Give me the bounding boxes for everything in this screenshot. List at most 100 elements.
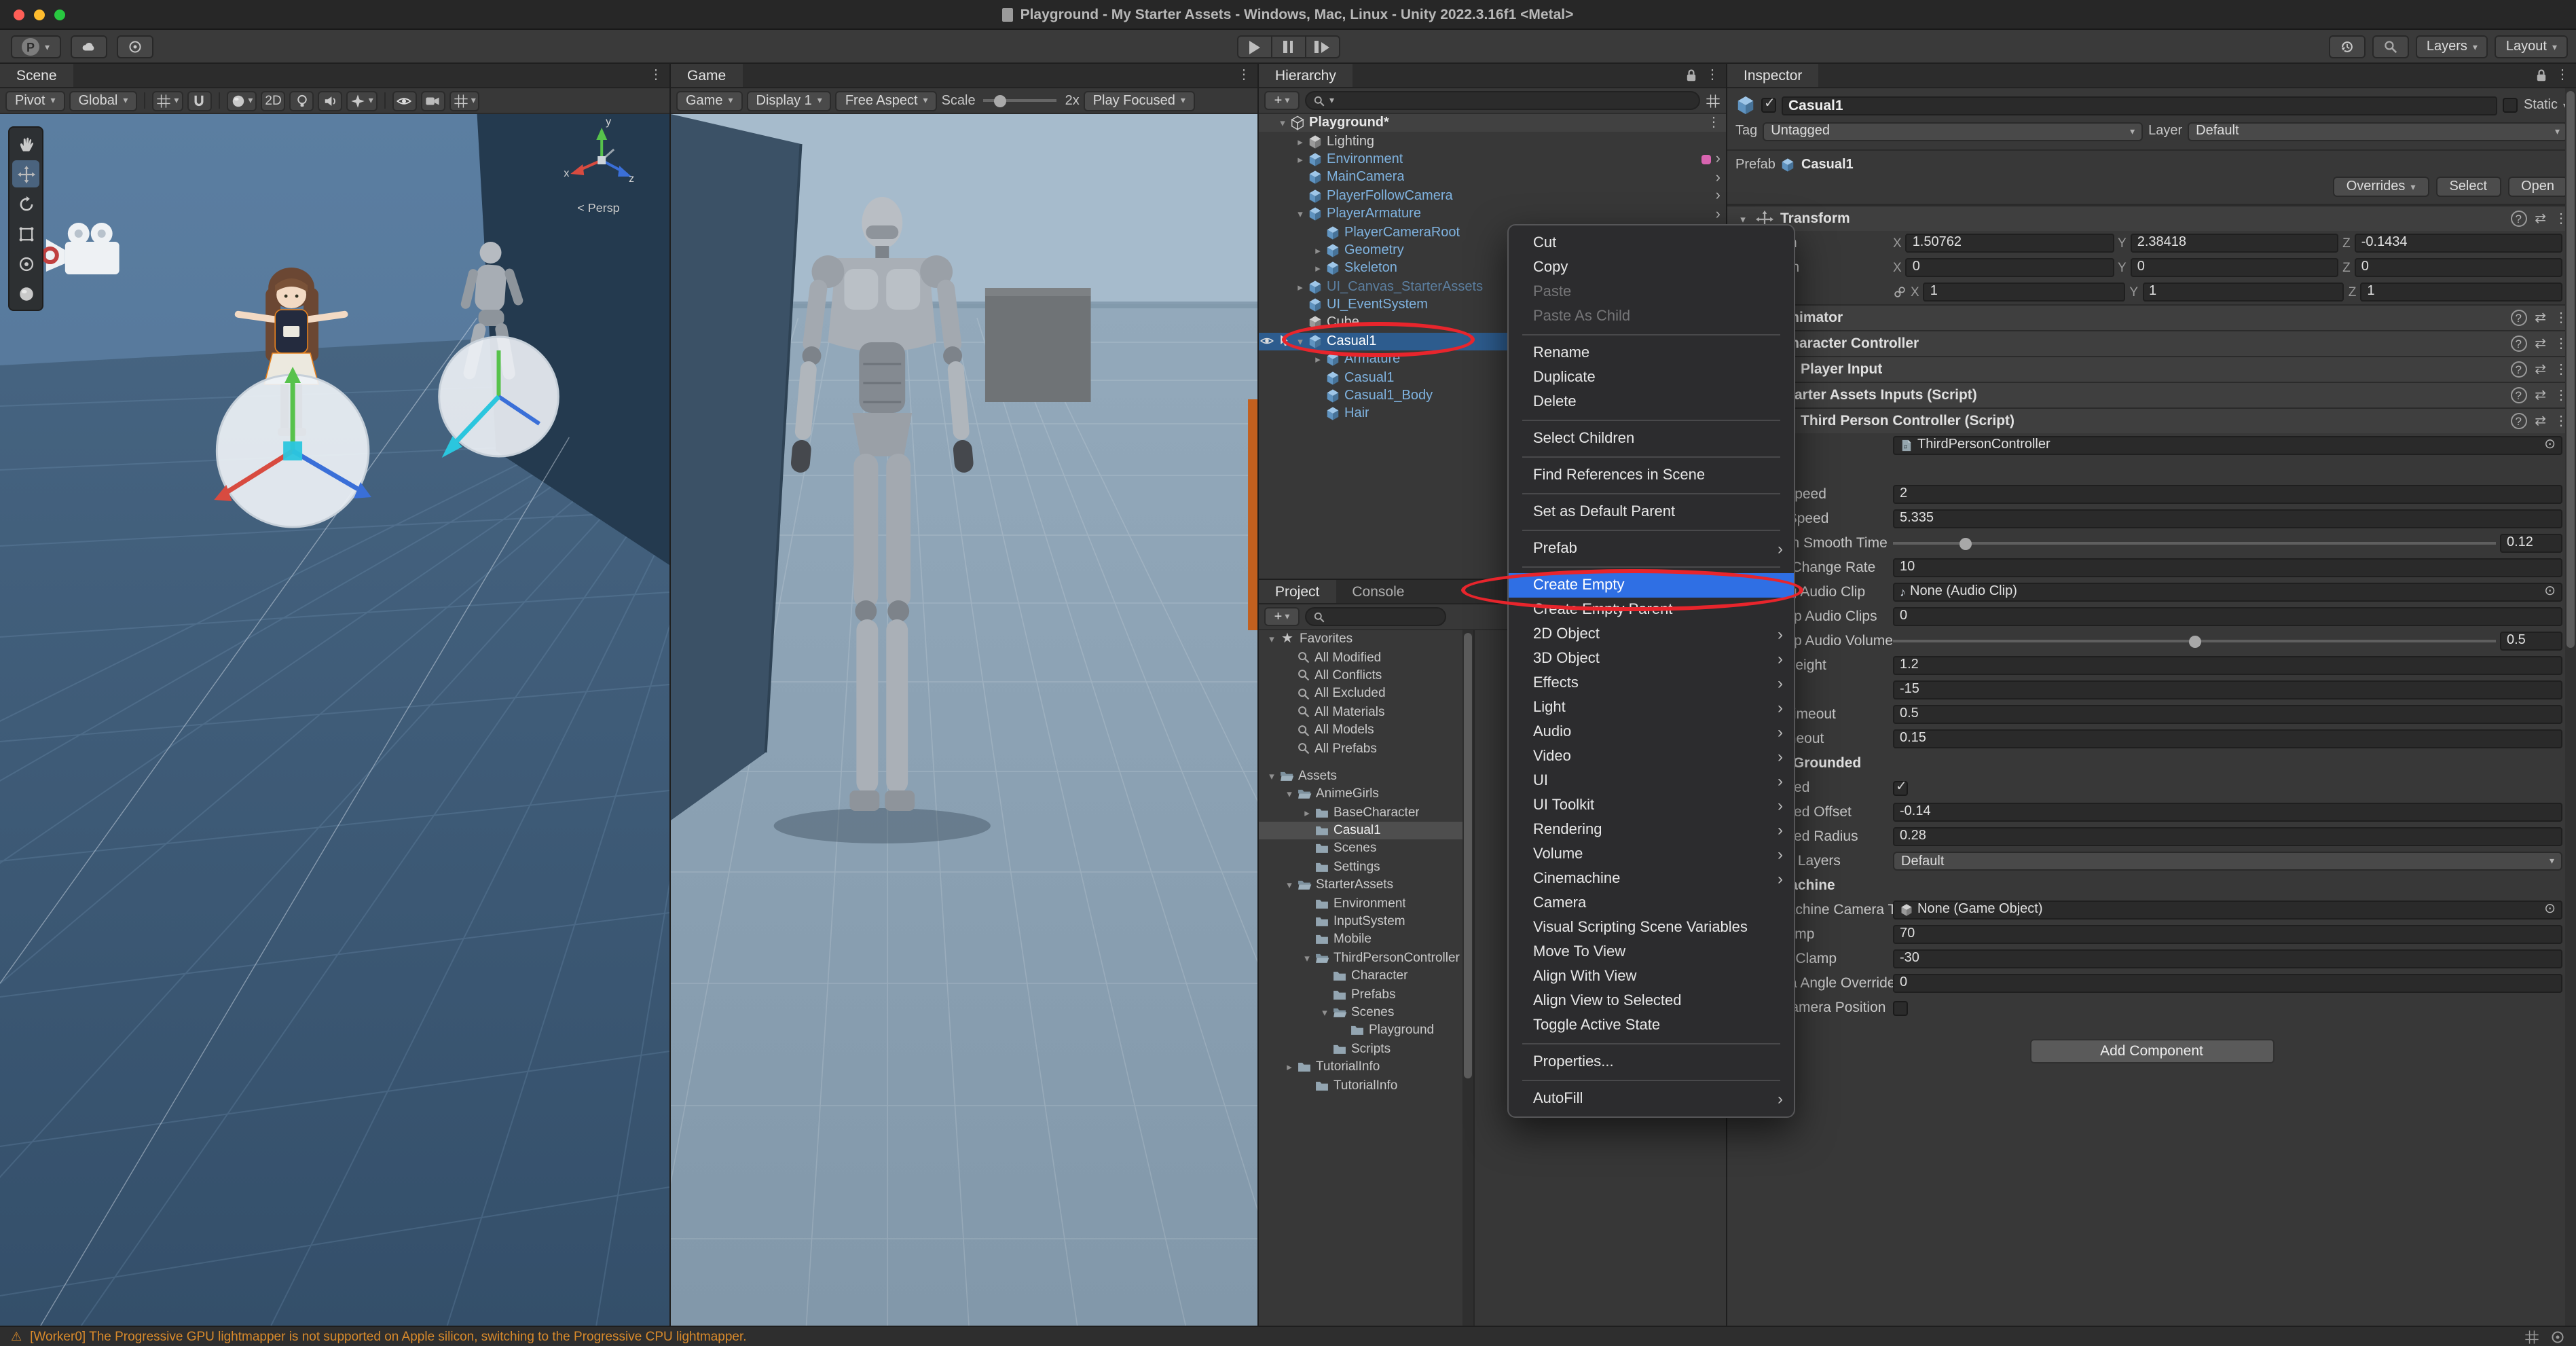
presets-icon[interactable]: ⇄ xyxy=(2535,310,2546,325)
lock-icon[interactable] xyxy=(1684,68,1699,83)
panel-menu-icon[interactable]: ⋮ xyxy=(2556,68,2569,83)
project-item-scenes[interactable]: Scenes xyxy=(1259,840,1462,858)
hierarchy-item-playerfollowcamera[interactable]: PlayerFollowCamera› xyxy=(1259,187,1726,205)
z-value-field[interactable]: 0 xyxy=(2355,258,2562,277)
menu-item-set-as-default-parent[interactable]: Set as Default Parent xyxy=(1509,500,1794,524)
select-prefab-button[interactable]: Select xyxy=(2435,177,2501,197)
menu-item-create-empty[interactable]: Create Empty xyxy=(1509,573,1794,598)
x-value-field[interactable]: 0 xyxy=(1906,258,2114,277)
scene-lighting-toggle[interactable] xyxy=(290,90,314,111)
global-toggle[interactable]: Global▾ xyxy=(69,90,138,111)
z-value-field[interactable]: 1 xyxy=(2360,283,2562,302)
checkbox-field[interactable] xyxy=(1893,780,1908,795)
draw-mode-dropdown[interactable]: ▾ xyxy=(226,90,257,111)
expand-arrow[interactable]: ▸ xyxy=(1293,153,1308,166)
play-focused-dropdown[interactable]: Play Focused▾ xyxy=(1084,90,1195,111)
hierarchy-search-input[interactable] xyxy=(1338,93,1692,108)
prefab-open-chevron[interactable]: › xyxy=(1716,171,1721,185)
presets-icon[interactable]: ⇄ xyxy=(2535,336,2546,351)
project-item-casual1[interactable]: Casual1 xyxy=(1259,822,1462,840)
project-item-mobile[interactable]: Mobile xyxy=(1259,931,1462,949)
component-header-player-input[interactable]: ▸Player Input?⇄⋮ xyxy=(1727,356,2576,382)
menu-item-select-children[interactable]: Select Children xyxy=(1509,426,1794,451)
scene-audio-toggle[interactable] xyxy=(318,90,343,111)
open-prefab-button[interactable]: Open xyxy=(2507,177,2568,197)
create-asset-button[interactable]: +▾ xyxy=(1264,607,1300,626)
value-field[interactable]: -30 xyxy=(1893,949,2562,968)
prefab-open-chevron[interactable]: › xyxy=(1716,189,1721,203)
2d-mode-toggle[interactable]: 2D xyxy=(261,90,285,111)
expand-arrow[interactable]: ▸ xyxy=(1293,280,1308,293)
help-icon[interactable]: ? xyxy=(2510,413,2526,429)
create-object-button[interactable]: +▾ xyxy=(1264,91,1300,110)
project-item-environment[interactable]: Environment xyxy=(1259,894,1462,913)
value-field[interactable]: 0.15 xyxy=(1893,729,2562,748)
foldout-arrow[interactable]: ▾ xyxy=(1735,213,1750,225)
gizmos-dropdown[interactable]: ▾ xyxy=(449,90,480,111)
project-item-all-conflicts[interactable]: All Conflicts xyxy=(1259,667,1462,685)
status-message[interactable]: [Worker0] The Progressive GPU lightmappe… xyxy=(30,1329,746,1344)
undo-history-button[interactable] xyxy=(2329,35,2366,58)
version-control-button[interactable] xyxy=(116,35,153,58)
project-item-all-models[interactable]: All Models xyxy=(1259,721,1462,740)
menu-item-volume[interactable]: Volume› xyxy=(1509,842,1794,867)
value-field[interactable]: 10 xyxy=(1893,558,2562,577)
help-icon[interactable]: ? xyxy=(2510,387,2526,403)
menu-item-effects[interactable]: Effects› xyxy=(1509,671,1794,695)
layout-dropdown[interactable]: Layout▾ xyxy=(2495,35,2568,58)
menu-item-duplicate[interactable]: Duplicate xyxy=(1509,365,1794,390)
tab-console[interactable]: Console xyxy=(1336,580,1420,603)
active-checkbox[interactable] xyxy=(1761,98,1776,113)
display-dropdown[interactable]: Display 1▾ xyxy=(747,90,832,111)
scene-camera-settings-button[interactable] xyxy=(421,90,445,111)
step-button[interactable] xyxy=(1304,35,1340,58)
component-header-animator[interactable]: ▸Animator?⇄⋮ xyxy=(1727,304,2576,330)
scale-slider-thumb[interactable] xyxy=(995,94,1007,107)
project-item-prefabs[interactable]: Prefabs xyxy=(1259,985,1462,1004)
object-field[interactable]: None (Game Object)⊙ xyxy=(1893,901,2562,920)
project-scrollbar[interactable] xyxy=(1462,630,1473,1326)
value-field[interactable]: 5.335 xyxy=(1893,509,2562,528)
project-item-character[interactable]: Character xyxy=(1259,967,1462,985)
presets-icon[interactable]: ⇄ xyxy=(2535,211,2546,226)
static-checkbox[interactable] xyxy=(2503,98,2518,113)
menu-item-audio[interactable]: Audio› xyxy=(1509,720,1794,744)
presets-icon[interactable]: ⇄ xyxy=(2535,388,2546,403)
expand-arrow[interactable]: ▸ xyxy=(1310,263,1325,275)
menu-item-ui-toolkit[interactable]: UI Toolkit› xyxy=(1509,793,1794,818)
component-header-third-person-controller-script[interactable]: ▾Third Person Controller (Script)?⇄⋮ xyxy=(1727,407,2576,433)
expand-arrow[interactable]: ▾ xyxy=(1282,788,1297,801)
value-field[interactable]: 0.5 xyxy=(1893,705,2562,724)
component-header-character-controller[interactable]: ▸Character Controller?⇄⋮ xyxy=(1727,330,2576,356)
effects-dropdown[interactable]: ▾ xyxy=(347,90,378,111)
menu-item-visual-scripting-scene-variables[interactable]: Visual Scripting Scene Variables xyxy=(1509,915,1794,940)
z-value-field[interactable]: -0.1434 xyxy=(2355,234,2562,253)
grid-visibility-button[interactable]: ▾ xyxy=(152,90,183,111)
search-options-icon[interactable] xyxy=(1706,93,1721,108)
slider-thumb[interactable] xyxy=(1960,537,1972,549)
menu-item-autofill[interactable]: AutoFill› xyxy=(1509,1087,1794,1111)
tab-game[interactable]: Game xyxy=(671,64,742,87)
snap-toggle-button[interactable] xyxy=(187,90,211,111)
scrollbar-thumb[interactable] xyxy=(1464,633,1472,1078)
value-field[interactable]: 70 xyxy=(1893,925,2562,944)
expand-arrow[interactable]: ▾ xyxy=(1264,770,1279,782)
value-field[interactable]: 1.2 xyxy=(1893,656,2562,675)
add-component-button[interactable]: Add Component xyxy=(2029,1039,2274,1063)
menu-item-prefab[interactable]: Prefab› xyxy=(1509,536,1794,561)
project-item-settings[interactable]: Settings xyxy=(1259,858,1462,876)
menu-item-rename[interactable]: Rename xyxy=(1509,341,1794,365)
menu-item-align-with-view[interactable]: Align With View xyxy=(1509,964,1794,989)
play-button[interactable] xyxy=(1236,35,1272,58)
expand-arrow[interactable]: ▸ xyxy=(1310,354,1325,366)
pause-button[interactable] xyxy=(1270,35,1306,58)
status-activity-icon[interactable] xyxy=(2550,1329,2565,1344)
project-item-tutorialinfo[interactable]: TutorialInfo xyxy=(1259,1076,1462,1095)
expand-arrow[interactable]: ▾ xyxy=(1275,117,1290,129)
value-field[interactable]: 0 xyxy=(1893,607,2562,626)
prefab-open-chevron[interactable]: › xyxy=(1716,153,1721,166)
menu-item-cut[interactable]: Cut xyxy=(1509,231,1794,255)
menu-item-rendering[interactable]: Rendering› xyxy=(1509,818,1794,842)
y-value-field[interactable]: 2.38418 xyxy=(2131,234,2338,253)
editor-search-button[interactable] xyxy=(2372,35,2409,58)
